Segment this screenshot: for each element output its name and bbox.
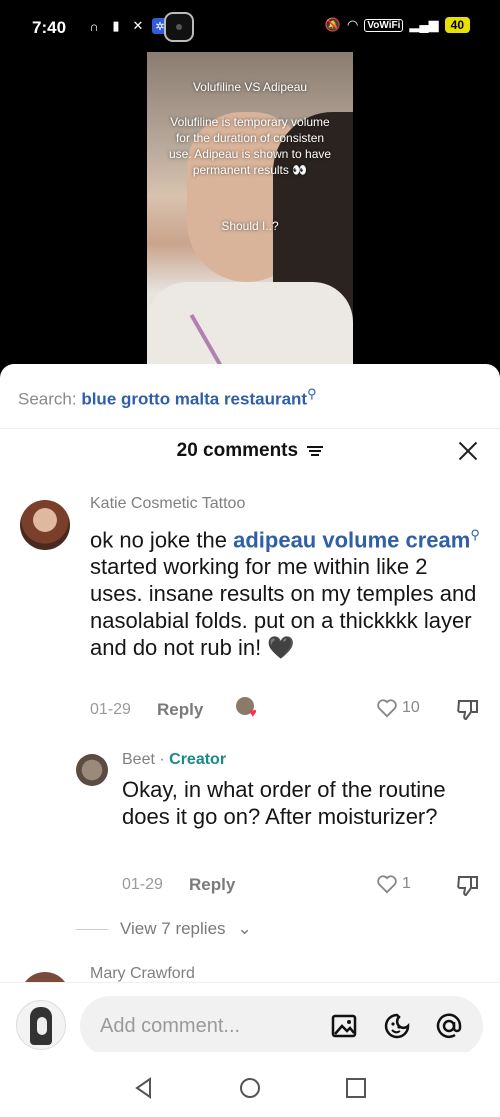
at-icon[interactable]	[435, 1012, 463, 1040]
search-icon: ⚲	[307, 386, 317, 401]
avatar[interactable]	[16, 1000, 66, 1050]
like-button[interactable]: 1	[376, 874, 411, 894]
comment-input-pill[interactable]	[80, 996, 483, 1056]
video-overlay-question: Should I..?	[221, 219, 279, 233]
video-overlay-title: Volufiline VS Adipeau	[192, 80, 308, 94]
avatar-face	[37, 1017, 47, 1035]
video-overlay-body: Volufiline is temporary volume for the d…	[168, 115, 332, 177]
search-suggestion[interactable]: Search: blue grotto malta restaurant⚲	[18, 386, 317, 410]
comment-date: 01-29	[122, 876, 163, 893]
video-shirt	[147, 282, 353, 372]
wifi-icon: ◠	[347, 17, 359, 32]
heart-icon	[377, 875, 397, 894]
comment-text: ok no joke the adipeau volume cream⚲ sta…	[90, 521, 480, 661]
headphones-icon: ∩	[89, 18, 99, 34]
comment-text-part: ok no joke the	[90, 527, 227, 553]
heart-small-icon: ♥	[249, 705, 257, 720]
view-replies-label: View 7 replies	[120, 919, 226, 938]
heart-icon	[377, 699, 397, 718]
sort-icon[interactable]	[307, 445, 324, 457]
chevron-down-icon: ⌄	[237, 919, 252, 938]
video-player[interactable]: Volufiline VS Adipeau Volufiline is temp…	[147, 52, 353, 372]
comment-author[interactable]: Katie Cosmetic Tattoo	[90, 495, 245, 513]
search-query-link[interactable]: blue grotto malta restaurant	[81, 390, 307, 409]
tools-icon: ✕	[132, 18, 144, 33]
close-icon[interactable]	[456, 439, 480, 463]
image-icon[interactable]	[330, 1012, 358, 1040]
reply-button[interactable]: Reply	[189, 875, 235, 895]
divider	[76, 928, 108, 930]
comment-search-link[interactable]: adipeau volume cream	[233, 527, 470, 552]
creator-badge: Creator	[169, 751, 227, 768]
divider	[0, 428, 500, 429]
status-system-icons: 🔕 ◠ VoWiFi ▂▄▆ 40	[325, 17, 470, 33]
comment-date: 01-29	[90, 701, 131, 718]
home-icon[interactable]	[239, 1077, 261, 1099]
front-camera	[164, 12, 194, 42]
status-time: 7:40	[32, 18, 67, 37]
battery-small-icon: ▮	[112, 18, 120, 33]
comment-input[interactable]	[100, 1010, 320, 1042]
like-count: 1	[402, 875, 411, 892]
like-count: 10	[402, 699, 420, 716]
comments-count: 20 comments	[176, 440, 299, 461]
thumbs-down-icon[interactable]	[456, 875, 480, 897]
vowifi-badge: VoWiFi	[364, 18, 404, 32]
comment-author: Beet	[122, 751, 155, 768]
mute-icon: 🔕	[324, 17, 342, 32]
comment-author-row[interactable]: Beet · Creator	[122, 751, 226, 769]
back-icon[interactable]	[133, 1077, 155, 1099]
status-bar: 7:40 ∩ ▮ ✕ ✲ ♥ 🔕 ◠ VoWiFi ▂▄▆ 40	[0, 0, 500, 56]
comment-text-part: started working for me within like 2 use…	[90, 554, 477, 661]
comments-count-header: 20 comments	[0, 440, 500, 462]
comment-author[interactable]: Mary Crawford	[90, 965, 195, 983]
reply-button[interactable]: Reply	[157, 700, 203, 720]
comment-text: Okay, in what order of the routine does …	[122, 777, 446, 829]
avatar[interactable]	[76, 754, 108, 786]
search-label: Search:	[18, 389, 77, 409]
like-button[interactable]: 10	[376, 698, 420, 718]
avatar[interactable]	[20, 500, 70, 550]
creator-liked-reaction: ♥	[236, 697, 262, 720]
recents-icon[interactable]	[345, 1077, 367, 1099]
system-nav-bar	[0, 1052, 500, 1117]
view-replies-button[interactable]: View 7 replies ⌄	[76, 919, 252, 939]
search-icon: ⚲	[470, 527, 480, 542]
signal-icon: ▂▄▆	[409, 17, 439, 32]
battery-icon: 40	[444, 17, 470, 33]
emoji-icon[interactable]	[383, 1012, 411, 1040]
thumbs-down-icon[interactable]	[456, 699, 480, 721]
comment-input-bar	[0, 982, 500, 1056]
